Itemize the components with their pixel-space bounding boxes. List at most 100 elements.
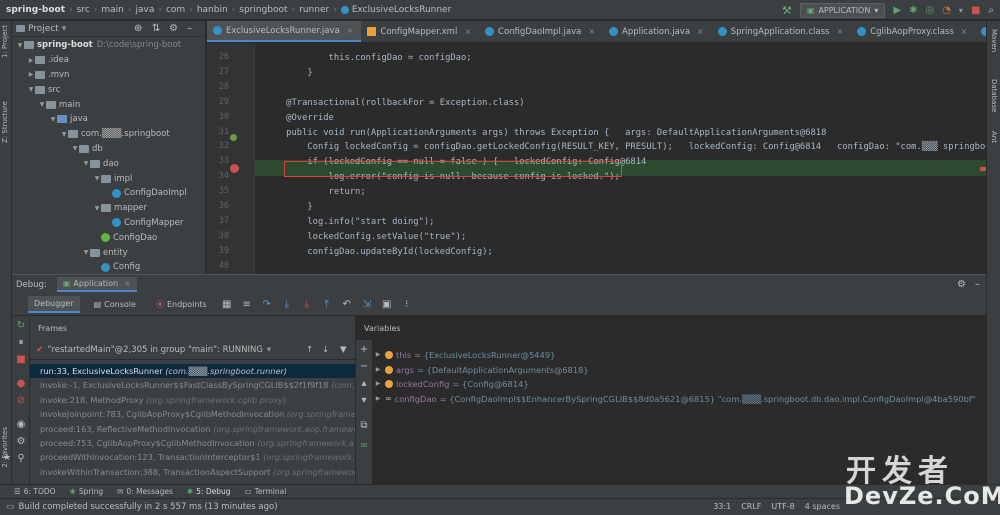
remove-icon[interactable]: −	[358, 361, 370, 372]
profile-icon[interactable]: ◔	[942, 5, 951, 16]
close-icon[interactable]: ×	[464, 27, 471, 36]
bottom-tab[interactable]: ✉ 0: Messages	[117, 487, 173, 496]
copy-icon[interactable]: ⧉	[358, 420, 370, 431]
line-number[interactable]: 38	[207, 231, 229, 241]
frame-row[interactable]: invoke:-1, ExclusiveLocksRunner$$FastCla…	[30, 378, 355, 392]
tree-item[interactable]: ConfigDao	[12, 230, 205, 245]
variable-row[interactable]: ▶ this = {ExclusiveLocksRunner@5449}	[374, 348, 556, 362]
hide-icon[interactable]: –	[187, 23, 192, 34]
tree-item[interactable]: ▼ java	[12, 112, 205, 127]
override-marker-icon[interactable]	[230, 134, 237, 141]
tab-debugger[interactable]: Debugger	[28, 296, 80, 313]
tree-item[interactable]: ▼ dao	[12, 156, 205, 171]
editor-gutter[interactable]: 26 27 28 29 30 31 32 33 34 35 36 37 38 39 40	[207, 43, 255, 274]
structure-tool-tab[interactable]: Z: Structure	[1, 101, 9, 143]
line-number[interactable]: 37	[207, 216, 229, 226]
line-number[interactable]: 31	[207, 127, 229, 137]
pause-icon[interactable]: ⏸	[15, 337, 27, 348]
bottom-tab[interactable]: ☰ 6: TODO	[14, 487, 56, 496]
drop-frame-icon[interactable]: ↶	[341, 299, 353, 310]
chevron-right-icon[interactable]: ▶	[374, 377, 382, 391]
close-icon[interactable]: ×	[124, 279, 131, 288]
chevron-down-icon[interactable]: ▼	[93, 175, 101, 182]
hide-icon[interactable]: –	[975, 279, 980, 290]
view-breakpoints-icon[interactable]: ●	[15, 378, 27, 389]
line-number[interactable]: 33	[207, 156, 229, 166]
indent-setting[interactable]: 4 spaces	[805, 502, 840, 511]
tree-item[interactable]: ConfigMapper	[12, 216, 205, 231]
frame-row[interactable]: proceed:163, ReflectiveMethodInvocation …	[30, 422, 355, 436]
run-to-cursor-icon[interactable]: ⇲	[361, 299, 373, 310]
line-number[interactable]: 32	[207, 141, 229, 151]
line-number[interactable]: 28	[207, 82, 229, 92]
status-message[interactable]: Build completed successfully in 2 s 557 …	[19, 502, 278, 512]
file-encoding[interactable]: UTF-8	[771, 502, 794, 511]
variable-row[interactable]: ▶ args = {DefaultApplicationArguments@6818…	[374, 363, 589, 377]
chevron-down-icon[interactable]: ▼	[38, 101, 46, 108]
run-icon[interactable]: ▶	[893, 5, 901, 16]
gear-icon[interactable]: ⚙	[169, 23, 178, 34]
editor-tab[interactable]: Application.java ×	[603, 21, 712, 42]
code-line[interactable]: log.info("start doing");	[265, 215, 434, 230]
code-line[interactable]: }	[265, 200, 312, 215]
tree-item[interactable]: ▼ main	[12, 97, 205, 112]
rerun-icon[interactable]: ↻	[15, 320, 27, 331]
breadcrumb-java[interactable]: java	[136, 5, 155, 15]
tree-item[interactable]: ▼ spring-boot D:\code\spring-boot	[12, 38, 205, 53]
maven-tool-tab[interactable]: Maven	[990, 29, 998, 52]
breadcrumb-main[interactable]: main	[101, 5, 124, 15]
search-everywhere-icon[interactable]: ⌕	[988, 5, 994, 16]
line-number[interactable]: 34	[207, 171, 229, 181]
step-out-icon[interactable]: ⤒	[321, 299, 333, 310]
editor-tab[interactable]: ConfigDaoImpl.java ×	[479, 21, 603, 42]
tree-item[interactable]: ▼ mapper	[12, 201, 205, 216]
breadcrumb-springboot[interactable]: springboot	[239, 5, 287, 15]
camera-icon[interactable]: ◉	[15, 419, 27, 430]
coverage-icon[interactable]: ◎	[925, 5, 934, 16]
chevron-right-icon[interactable]: ▶	[374, 363, 382, 377]
evaluate-expression-icon[interactable]: ▣	[381, 299, 393, 310]
code-line[interactable]: @Override	[265, 111, 334, 126]
caret-position[interactable]: 33:1	[713, 502, 731, 511]
chevron-down-icon[interactable]: ▼	[82, 249, 90, 256]
step-over-icon[interactable]: ↷	[261, 299, 273, 310]
locate-icon[interactable]: ⊕	[134, 23, 142, 34]
line-number[interactable]: 36	[207, 201, 229, 211]
code-line[interactable]: this.configDao = configDao;	[265, 51, 472, 66]
tree-item[interactable]: ▶ .idea	[12, 53, 205, 68]
line-number[interactable]: 26	[207, 52, 229, 62]
filter-icon[interactable]: ▼	[340, 345, 347, 355]
show-execution-point-icon[interactable]: ≡	[241, 299, 253, 310]
database-tool-tab[interactable]: Database	[990, 79, 998, 112]
gear-icon[interactable]: ⚙	[957, 279, 966, 290]
arrow-down-icon[interactable]: ↓	[322, 345, 329, 355]
line-separator[interactable]: CRLF	[741, 502, 761, 511]
project-tool-tab[interactable]: 1: Project	[1, 25, 9, 58]
bottom-tab[interactable]: ✱ 5: Debug	[187, 487, 231, 496]
watches-icon[interactable]: ∞	[358, 440, 370, 451]
close-icon[interactable]: ×	[347, 26, 354, 35]
project-panel-title[interactable]: Project	[28, 24, 59, 34]
trace-icon[interactable]: ⁝	[401, 299, 413, 310]
close-icon[interactable]: ×	[588, 27, 595, 36]
breadcrumb-project[interactable]: spring-boot	[6, 5, 65, 15]
chevron-down-icon[interactable]: ▼	[27, 86, 35, 93]
error-stripe-marker[interactable]	[980, 167, 986, 171]
line-number[interactable]: 39	[207, 246, 229, 256]
chevron-down-icon[interactable]: ▼	[49, 116, 57, 123]
frame-row[interactable]: proceedWithInvocation:123, TransactionIn…	[30, 450, 355, 464]
arrow-up-icon[interactable]: ↑	[306, 345, 313, 355]
thread-selector[interactable]: ✔ "restartedMain"@2,305 in group "main":…	[30, 340, 355, 360]
chevron-right-icon[interactable]: ▶	[27, 71, 35, 78]
tree-item[interactable]: ▼ db	[12, 142, 205, 157]
debug-icon[interactable]: ✱	[909, 5, 917, 16]
code-line[interactable]: Config lockedConfig = configDao.getLocke…	[265, 140, 986, 155]
frame-row[interactable]: run:33, ExclusiveLocksRunner (com.▒▒▒.sp…	[30, 364, 355, 379]
build-hammer-icon[interactable]: ⚒	[782, 4, 792, 17]
editor-tab[interactable]: CglibAopProxy.class ×	[851, 21, 975, 42]
line-number[interactable]: 40	[207, 261, 229, 271]
frame-row[interactable]: proceed:753, CglibAopProxy$CglibMethodIn…	[30, 436, 355, 450]
stop-icon[interactable]: ■	[971, 5, 980, 16]
tree-item[interactable]: ▼ com.▒▒▒.springboot	[12, 127, 205, 142]
code-line[interactable]: configDao.updateById(lockedConfig);	[265, 245, 492, 260]
